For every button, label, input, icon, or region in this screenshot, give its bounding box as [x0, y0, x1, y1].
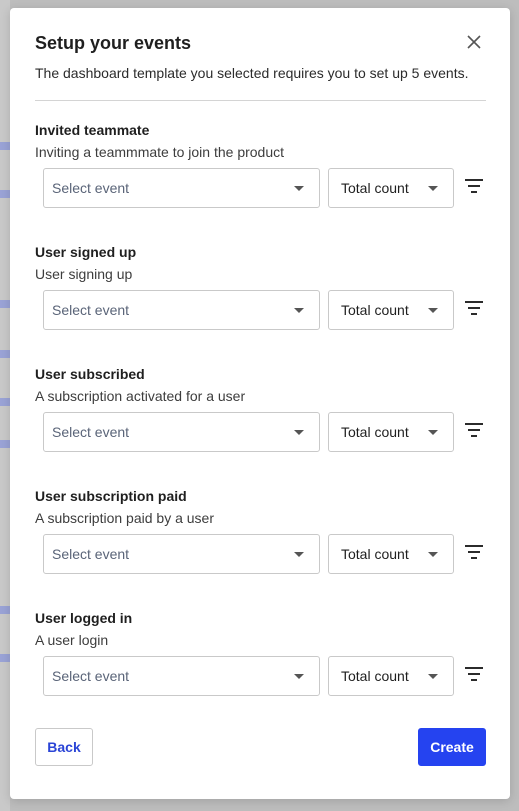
event-name: User subscribed [35, 366, 145, 382]
divider [35, 100, 486, 101]
chevron-down-icon [428, 186, 438, 191]
backdrop-fragment [0, 606, 10, 614]
filter-icon[interactable] [464, 666, 484, 682]
chevron-down-icon [428, 430, 438, 435]
select-event-placeholder: Select event [52, 302, 130, 318]
aggregation-dropdown[interactable]: Total count [328, 656, 454, 696]
create-button[interactable]: Create [418, 728, 486, 766]
select-event-dropdown[interactable]: Select event [43, 290, 320, 330]
aggregation-dropdown[interactable]: Total count [328, 168, 454, 208]
back-button[interactable]: Back [35, 728, 93, 766]
event-name: User logged in [35, 610, 133, 626]
filter-icon[interactable] [464, 178, 484, 194]
aggregation-value: Total count [341, 424, 409, 440]
select-event-placeholder: Select event [52, 424, 130, 440]
chevron-down-icon [294, 430, 304, 435]
aggregation-value: Total count [341, 302, 409, 318]
backdrop-fragment [0, 190, 10, 198]
aggregation-value: Total count [341, 668, 409, 684]
backdrop-fragment [0, 142, 10, 150]
aggregation-value: Total count [341, 546, 409, 562]
event-name: User subscription paid [35, 488, 187, 504]
event-row-user-logged-in: User logged in A user login Select event… [35, 610, 495, 710]
aggregation-dropdown[interactable]: Total count [328, 534, 454, 574]
chevron-down-icon [428, 308, 438, 313]
event-description: A subscription activated for a user [35, 388, 246, 404]
modal-subtitle: The dashboard template you selected requ… [35, 65, 469, 81]
event-name: Invited teammate [35, 122, 150, 138]
select-event-placeholder: Select event [52, 180, 130, 196]
chevron-down-icon [428, 674, 438, 679]
chevron-down-icon [294, 552, 304, 557]
event-description: Inviting a teammmate to join the product [35, 144, 285, 160]
event-description: A user login [35, 632, 109, 648]
chevron-down-icon [294, 186, 304, 191]
chevron-down-icon [294, 308, 304, 313]
filter-icon[interactable] [464, 544, 484, 560]
close-icon [467, 35, 481, 49]
select-event-dropdown[interactable]: Select event [43, 656, 320, 696]
event-row-user-signed-up: User signed up User signing up Select ev… [35, 244, 495, 344]
event-name: User signed up [35, 244, 137, 260]
event-row-invited-teammate: Invited teammate Inviting a teammmate to… [35, 122, 495, 222]
select-event-placeholder: Select event [52, 668, 130, 684]
aggregation-value: Total count [341, 180, 409, 196]
event-description: A subscription paid by a user [35, 510, 214, 526]
aggregation-dropdown[interactable]: Total count [328, 412, 454, 452]
backdrop-fragment [0, 654, 10, 662]
event-row-user-subscribed: User subscribed A subscription activated… [35, 366, 495, 466]
event-description: User signing up [35, 266, 133, 282]
aggregation-dropdown[interactable]: Total count [328, 290, 454, 330]
close-button[interactable] [465, 33, 483, 51]
backdrop-fragment [0, 350, 10, 358]
filter-icon[interactable] [464, 422, 484, 438]
select-event-dropdown[interactable]: Select event [43, 534, 320, 574]
chevron-down-icon [428, 552, 438, 557]
backdrop-fragment [0, 398, 10, 406]
chevron-down-icon [294, 674, 304, 679]
select-event-placeholder: Select event [52, 546, 130, 562]
filter-icon[interactable] [464, 300, 484, 316]
select-event-dropdown[interactable]: Select event [43, 412, 320, 452]
select-event-dropdown[interactable]: Select event [43, 168, 320, 208]
modal-title: Setup your events [35, 33, 192, 53]
event-row-user-subscription-paid: User subscription paid A subscription pa… [35, 488, 495, 588]
backdrop-fragment [0, 440, 10, 448]
backdrop-fragment [0, 300, 10, 308]
setup-events-modal: Setup your events The dashboard template… [10, 8, 510, 799]
